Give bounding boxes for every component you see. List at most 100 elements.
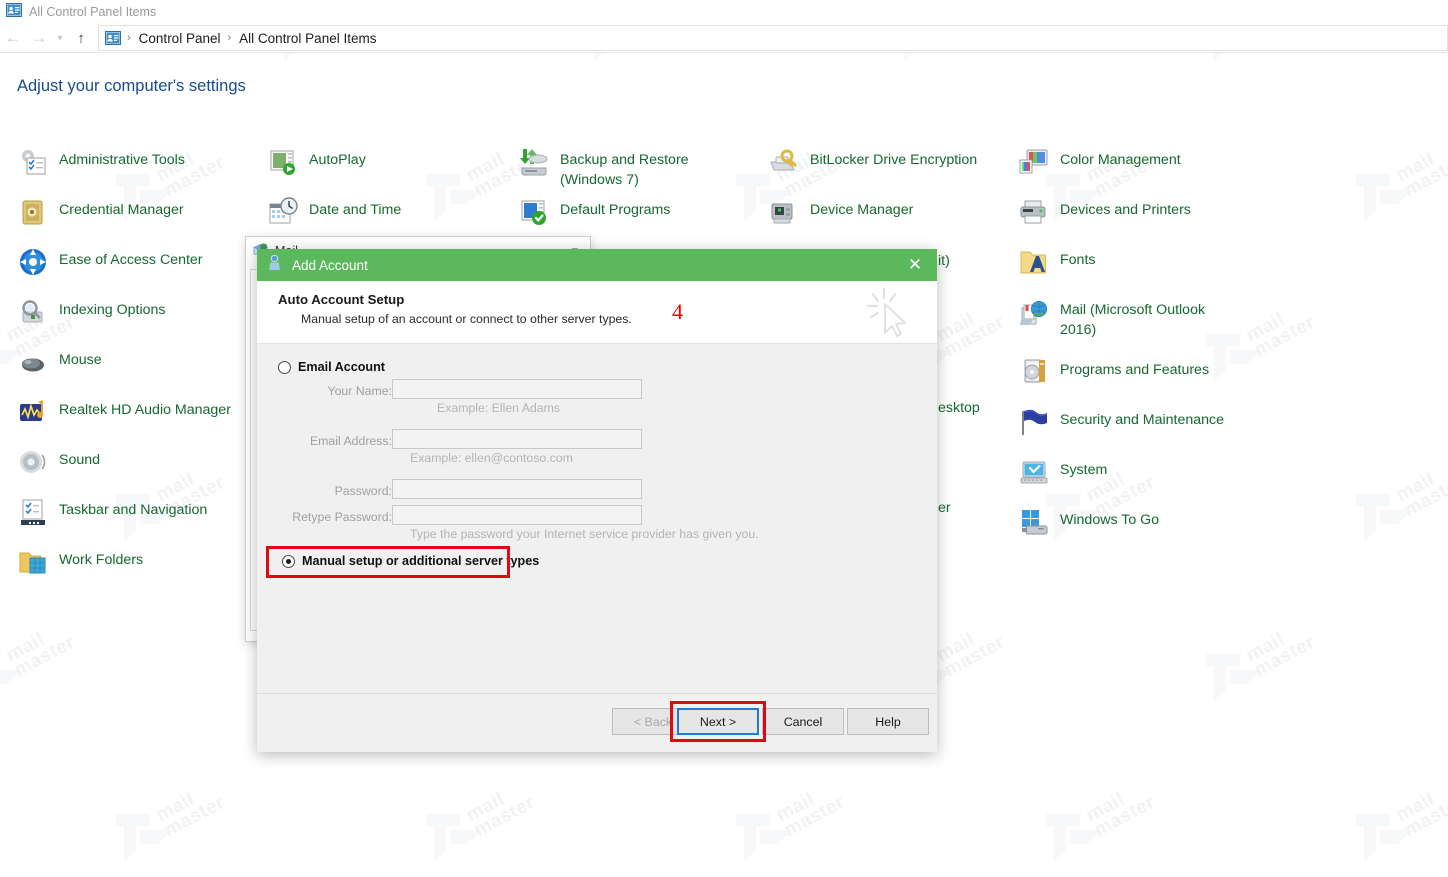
control-panel-item[interactable]: Taskbar and Navigation (17, 496, 262, 546)
control-panel-item[interactable]: Device Manager (768, 196, 1013, 246)
control-panel-item-label[interactable]: Administrative Tools (59, 146, 185, 170)
taskbar-navigation-icon (17, 496, 49, 528)
programs-features-icon (1018, 356, 1050, 388)
next-button[interactable]: Next > (677, 708, 759, 735)
your-name-label: Your Name: (327, 384, 392, 398)
control-panel-item[interactable]: Realtek HD Audio Manager (17, 396, 262, 446)
control-panel-item-label[interactable]: Device Manager (810, 196, 913, 220)
control-panel-item[interactable]: Windows To Go (1018, 506, 1438, 556)
control-panel-item-label[interactable]: Security and Maintenance (1060, 406, 1224, 430)
watermark-logo-icon (1040, 810, 1110, 872)
breadcrumb-control-panel[interactable]: Control Panel (136, 31, 224, 46)
control-panel-item[interactable]: Mail (Microsoft Outlook 2016) (1018, 296, 1438, 346)
page-title: Adjust your computer's settings (17, 77, 246, 95)
email-account-radio-button[interactable] (278, 360, 291, 374)
watermark-logo-icon (0, 650, 30, 712)
up-icon[interactable]: ↑ (68, 25, 94, 51)
breadcrumb-all-items[interactable]: All Control Panel Items (236, 31, 379, 46)
dialog-header: Auto Account Setup Manual setup of an ac… (257, 281, 937, 344)
control-panel-item-label[interactable]: AutoPlay (309, 146, 366, 170)
back-icon[interactable]: ← (0, 25, 26, 51)
retype-password-input[interactable] (392, 505, 642, 525)
control-panel-item-label[interactable]: Windows To Go (1060, 506, 1159, 530)
watermark-text: mail master (2, 628, 79, 682)
control-panel-item-label[interactable]: BitLocker Drive Encryption (810, 146, 977, 170)
control-panel-item-label[interactable]: Color Management (1060, 146, 1181, 170)
control-panel-item-label[interactable]: Taskbar and Navigation (59, 496, 207, 520)
manual-setup-radio-row[interactable]: Manual setup or additional server types (282, 554, 539, 568)
security-maintenance-icon (1018, 406, 1050, 438)
control-panel-item[interactable]: Administrative Tools (17, 146, 262, 196)
control-panel-item[interactable]: Work Folders (17, 546, 262, 596)
manual-setup-radio-button[interactable] (282, 554, 295, 568)
control-panel-item-label[interactable]: Work Folders (59, 546, 143, 570)
control-panel-item[interactable]: Ease of Access Center (17, 246, 262, 296)
mouse-icon (17, 346, 49, 378)
password-hint: Type the password your Internet service … (410, 527, 759, 541)
control-panel-item-label[interactable]: Realtek HD Audio Manager (59, 396, 231, 420)
control-panel-item[interactable]: Credential Manager (17, 196, 262, 246)
control-panel-item[interactable]: BitLocker Drive Encryption (768, 146, 1013, 196)
step-annotation-badge: 4 (672, 299, 683, 324)
control-panel-item[interactable]: Backup and Restore (Windows 7) (518, 146, 763, 196)
control-panel-item[interactable]: Indexing Options (17, 296, 262, 346)
occluded-item-label-fragment: er (938, 500, 951, 516)
control-panel-item[interactable]: Sound (17, 446, 262, 496)
date-time-icon (267, 196, 299, 228)
your-name-input[interactable] (392, 379, 642, 399)
recent-locations-chevron-down-icon[interactable]: ▾ (52, 25, 68, 51)
forward-icon[interactable]: → (26, 25, 52, 51)
watermark-logo-icon (1200, 650, 1270, 712)
click-cursor-icon (865, 286, 915, 343)
control-panel-item[interactable]: Security and Maintenance (1018, 406, 1438, 456)
watermark-logo-icon (730, 810, 800, 872)
control-panel-item-label[interactable]: Credential Manager (59, 196, 184, 220)
control-panel-item-label[interactable]: Devices and Printers (1060, 196, 1191, 220)
control-panel-item-label[interactable]: Programs and Features (1060, 356, 1209, 380)
retype-password-label: Retype Password: (292, 510, 392, 524)
dialog-header-subtitle: Manual setup of an account or connect to… (301, 312, 632, 326)
control-panel-item-label[interactable]: Date and Time (309, 196, 401, 220)
device-manager-icon (768, 196, 800, 228)
control-panel-item-label[interactable]: Sound (59, 446, 100, 470)
address-control-panel-icon (105, 30, 121, 46)
windows-to-go-icon (1018, 506, 1050, 538)
close-icon[interactable]: ✕ (893, 249, 937, 281)
control-panel-item[interactable]: AutoPlay (267, 146, 512, 196)
control-panel-item-label[interactable]: Mouse (59, 346, 102, 370)
dialog-titlebar: Add Account ✕ (257, 249, 937, 281)
dialog-header-title: Auto Account Setup (278, 292, 405, 307)
email-address-input[interactable] (392, 429, 642, 449)
control-panel-item-label[interactable]: Indexing Options (59, 296, 165, 320)
realtek-audio-icon (17, 396, 49, 428)
watermark-text: mail master (1392, 788, 1448, 842)
control-panel-item[interactable]: Color Management (1018, 146, 1438, 196)
help-button[interactable]: Help (847, 708, 929, 735)
control-panel-item[interactable]: Programs and Features (1018, 356, 1438, 406)
control-panel-item-label[interactable]: Mail (Microsoft Outlook 2016) (1060, 296, 1205, 340)
occluded-item-label-fragment: esktop (938, 400, 980, 416)
watermark-logo-icon (1350, 810, 1420, 872)
control-panel-item-label[interactable]: System (1060, 456, 1107, 480)
cancel-button[interactable]: Cancel (762, 708, 844, 735)
color-management-icon (1018, 146, 1050, 178)
work-folders-icon (17, 546, 49, 578)
address-bar[interactable]: › Control Panel › All Control Panel Item… (98, 25, 1448, 51)
control-panel-item[interactable]: Fonts (1018, 246, 1438, 296)
watermark-logo-icon (110, 810, 180, 872)
devices-printers-icon (1018, 196, 1050, 228)
breadcrumb-separator: › (227, 32, 232, 44)
password-input[interactable] (392, 479, 642, 499)
bitlocker-icon (768, 146, 800, 178)
control-panel-item-label[interactable]: Backup and Restore (Windows 7) (560, 146, 689, 190)
email-account-radio-row[interactable]: Email Account (278, 360, 385, 374)
control-panel-item[interactable]: System (1018, 456, 1438, 506)
control-panel-item[interactable]: Devices and Printers (1018, 196, 1438, 246)
control-panel-item-label[interactable]: Fonts (1060, 246, 1095, 270)
control-panel-item-label[interactable]: Default Programs (560, 196, 670, 220)
control-panel-item[interactable]: Mouse (17, 346, 262, 396)
outlook-account-icon (266, 254, 283, 276)
autoplay-icon (267, 146, 299, 178)
occluded-item-label-fragment: it) (938, 253, 950, 269)
control-panel-item-label[interactable]: Ease of Access Center (59, 246, 203, 270)
